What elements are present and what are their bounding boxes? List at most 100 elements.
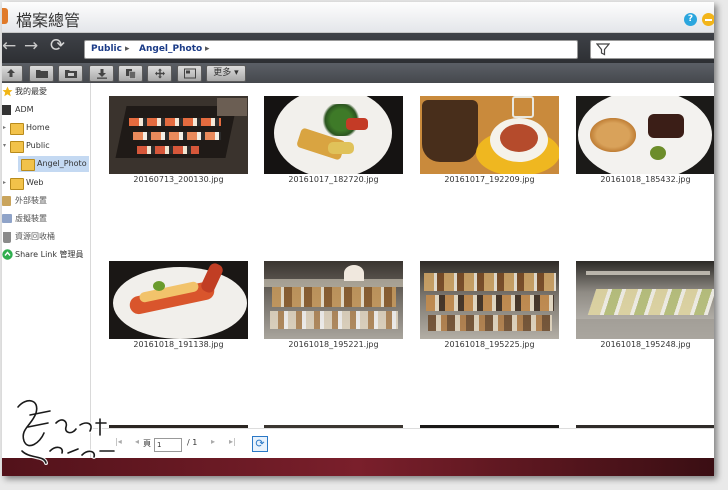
breadcrumb-public[interactable]: Public [91, 41, 122, 58]
refresh-icon[interactable]: ⟳ [50, 35, 65, 56]
recycle-bin-icon [3, 232, 11, 243]
sidebar-item-label: Share Link 管理員 [15, 250, 84, 259]
photo-thumbnail[interactable] [576, 96, 714, 174]
download-icon [96, 69, 107, 79]
folder-icon [10, 178, 24, 190]
folder-action-button[interactable] [58, 65, 83, 82]
file-tile[interactable]: 20161018_195221.jpg [264, 261, 403, 353]
file-tile[interactable]: 20161018_191138.jpg [109, 261, 248, 353]
sidebar-item-label: Public [26, 141, 50, 150]
upload-icon [6, 69, 15, 77]
path-breadcrumb[interactable]: Public ▸ Angel_Photo ▸ [84, 40, 578, 59]
photo-thumbnail[interactable] [576, 261, 714, 339]
file-tile[interactable]: 20160713_200130.jpg [109, 96, 248, 188]
breadcrumb-separator-icon: ▸ [125, 44, 130, 54]
forward-arrow-icon[interactable]: → [24, 36, 38, 56]
photo-thumbnail[interactable] [420, 96, 559, 174]
previous-page-icon[interactable]: ◂ [135, 437, 139, 446]
last-page-icon[interactable]: ▸| [229, 437, 236, 446]
folder-icon [10, 141, 24, 153]
sidebar-item-favorites[interactable]: 我的最愛 [2, 84, 90, 100]
sidebar-item-label: 虛擬裝置 [15, 214, 47, 223]
new-folder-icon [35, 70, 48, 78]
pagination-bar: |◂ ◂ 頁 1 / 1 ▸ ▸| ⟳ [91, 428, 714, 459]
file-name: 20161017_192209.jpg [444, 175, 535, 184]
photo-thumbnail[interactable] [420, 261, 559, 339]
total-pages: / 1 [187, 438, 198, 447]
more-menu-button[interactable]: 更多 ▾ [206, 65, 246, 82]
filter-funnel-icon [596, 43, 610, 56]
title-bar: 檔案總管 ? [2, 2, 714, 33]
breadcrumb-angel-photo[interactable]: Angel_Photo [139, 41, 202, 58]
file-tile[interactable]: 20161018_195248.jpg [576, 261, 714, 353]
file-name: 20161018_195225.jpg [444, 340, 535, 349]
file-tile[interactable]: 20161018_185432.jpg [576, 96, 714, 188]
move-arrows-icon [154, 68, 165, 79]
navigation-bar: ← → ⟳ Public ▸ Angel_Photo ▸ [2, 33, 714, 63]
virtual-device-icon [2, 214, 12, 223]
move-button[interactable] [147, 65, 172, 82]
reload-button[interactable]: ⟳ [252, 436, 268, 452]
file-tile[interactable]: 20161018_195225.jpg [420, 261, 559, 353]
sidebar-item-public[interactable]: ▾ Public [2, 138, 90, 154]
sidebar-item-web[interactable]: ▸ Web [2, 175, 90, 191]
upload-button[interactable] [2, 65, 23, 82]
folder-icon [21, 159, 35, 171]
expand-arrow-icon[interactable]: ▸ [3, 175, 6, 191]
folder-icon [64, 70, 77, 78]
view-mode-button[interactable] [177, 65, 202, 82]
sidebar-item-recycle-bin[interactable]: 資源回收桶 [2, 229, 90, 245]
file-name: 20161017_182720.jpg [288, 175, 379, 184]
reload-icon: ⟳ [255, 437, 265, 450]
action-toolbar: 更多 ▾ [2, 63, 714, 83]
new-folder-button[interactable] [29, 65, 54, 82]
expand-arrow-icon[interactable]: ▸ [3, 120, 6, 136]
folder-icon [10, 123, 24, 135]
file-tile[interactable]: 20161017_192209.jpg [420, 96, 559, 188]
file-name: 20161018_191138.jpg [133, 340, 224, 349]
filter-search-input[interactable] [590, 40, 714, 59]
photo-thumbnail[interactable] [264, 96, 403, 174]
sidebar-item-label: 資源回收桶 [15, 232, 55, 241]
file-tile[interactable]: 20161017_182720.jpg [264, 96, 403, 188]
star-icon [2, 86, 13, 97]
share-link-icon [2, 249, 13, 260]
sidebar-item-label: Angel_Photo [37, 159, 87, 168]
app-icon [2, 8, 8, 24]
photo-thumbnail[interactable] [109, 96, 248, 174]
sidebar-item-adm[interactable]: ADM [2, 102, 90, 118]
photo-thumbnail[interactable] [109, 261, 248, 339]
copy-icon [125, 69, 136, 79]
file-name: 20161018_195221.jpg [288, 340, 379, 349]
copy-button[interactable] [118, 65, 143, 82]
sidebar-item-external-devices[interactable]: 外部裝置 [2, 193, 90, 209]
page-number-input[interactable]: 1 [154, 438, 182, 452]
sidebar-item-angel-photo[interactable]: Angel_Photo [18, 156, 89, 172]
help-button[interactable]: ? [684, 13, 697, 26]
next-page-icon[interactable]: ▸ [211, 437, 215, 446]
sidebar-item-label: 外部裝置 [15, 196, 47, 205]
sidebar-item-label: Web [26, 178, 44, 187]
sidebar-item-label: 我的最愛 [15, 87, 47, 96]
sidebar-item-share-link[interactable]: Share Link 管理員 [2, 247, 90, 263]
back-arrow-icon[interactable]: ← [2, 36, 16, 56]
file-name: 20161018_185432.jpg [600, 175, 691, 184]
external-device-icon [2, 196, 11, 206]
sidebar-item-home[interactable]: ▸ Home [2, 120, 90, 136]
adm-icon [2, 105, 11, 115]
sidebar-item-virtual-devices[interactable]: 虛擬裝置 [2, 211, 90, 227]
breadcrumb-separator-icon: ▸ [205, 44, 210, 54]
file-name: 20161018_195248.jpg [600, 340, 691, 349]
minimize-button[interactable] [702, 13, 714, 26]
sidebar-item-label: Home [26, 123, 50, 132]
page-label: 頁 [143, 439, 151, 448]
photo-thumbnail[interactable] [264, 261, 403, 339]
sidebar-item-label: ADM [15, 105, 34, 114]
thumbnail-view-icon [183, 68, 196, 79]
window-title: 檔案總管 [16, 11, 81, 30]
collapse-arrow-icon[interactable]: ▾ [3, 138, 6, 154]
handwritten-signature-watermark [16, 398, 116, 465]
file-name: 20160713_200130.jpg [133, 175, 224, 184]
file-grid: 20160713_200130.jpg 20161017_182720.jpg … [91, 83, 714, 428]
download-button[interactable] [89, 65, 114, 82]
